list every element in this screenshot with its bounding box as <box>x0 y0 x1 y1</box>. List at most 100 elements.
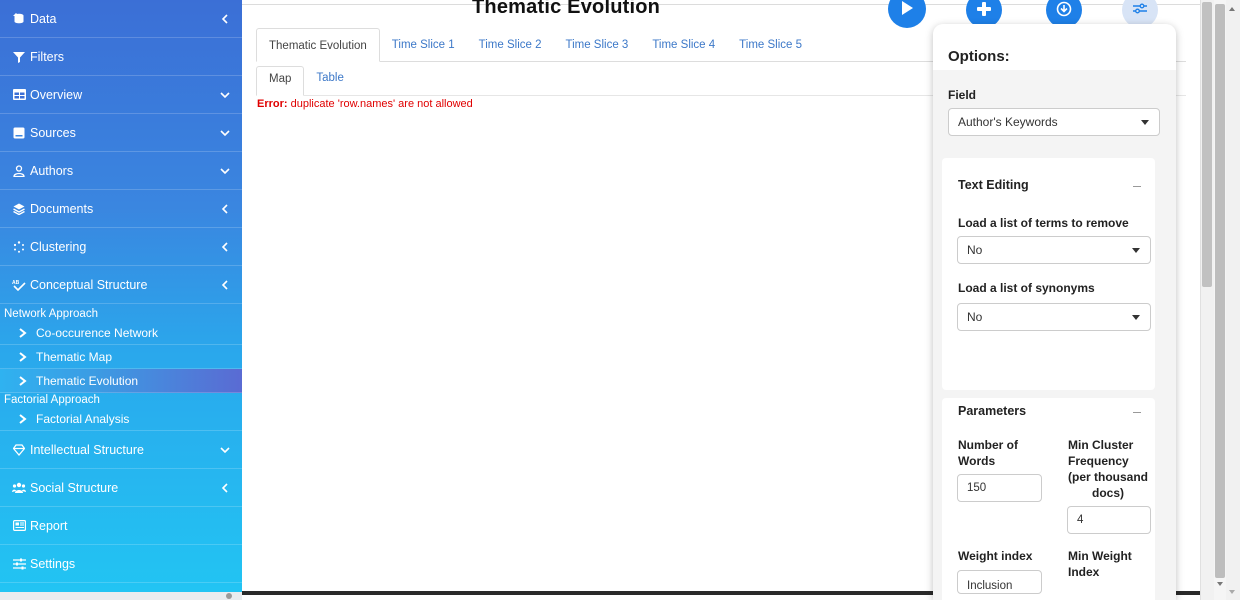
num-words-label: Number of Words <box>958 437 1018 469</box>
sidebar-subitem-factorial-analysis[interactable]: Factorial Analysis <box>0 407 242 431</box>
sidebar-item-label: Clustering <box>30 239 87 254</box>
spinner-icon <box>12 240 26 254</box>
min-cluster-label-line: Frequency <box>1068 454 1129 468</box>
remove-terms-value: No <box>967 243 983 257</box>
section-header-factorial: Factorial Approach <box>4 394 100 406</box>
sidebar-item-overview[interactable]: Overview <box>0 76 242 114</box>
scroll-down-arrow-icon[interactable] <box>1217 582 1223 586</box>
weight-index-select[interactable]: Inclusion <box>957 570 1042 594</box>
sidebar-item-sources[interactable]: Sources <box>0 114 242 152</box>
sidebar-item-intellectual-structure[interactable]: Intellectual Structure <box>0 431 242 469</box>
chevron-down-icon <box>220 445 230 455</box>
plus-icon <box>976 1 992 20</box>
page-vertical-scrollbar[interactable] <box>1200 0 1240 600</box>
window-scroll-thumb[interactable] <box>1215 4 1225 578</box>
num-words-label-line: Words <box>958 454 996 468</box>
users-icon <box>12 481 26 495</box>
min-cluster-frequency-input[interactable]: 4 <box>1067 506 1151 534</box>
sidebar-subitem-co-occurence-network[interactable]: Co-occurence Network <box>0 321 242 345</box>
sidebar-subitem-thematic-evolution[interactable]: Thematic Evolution <box>0 369 242 393</box>
tab-thematic-evolution[interactable]: Thematic Evolution <box>256 28 380 62</box>
sidebar-subitem-thematic-map[interactable]: Thematic Map <box>0 345 242 369</box>
gem-icon <box>12 443 26 457</box>
sidebar-item-label: Settings <box>30 556 76 571</box>
newspaper-icon <box>12 519 26 533</box>
error-prefix: Error: <box>257 98 288 110</box>
options-title: Options: <box>948 48 1010 65</box>
sidebar-item-documents[interactable]: Documents <box>0 190 242 228</box>
tab-time-slice-2[interactable]: Time Slice 2 <box>467 28 554 62</box>
min-weight-label-line: Min Weight <box>1068 549 1132 563</box>
chevron-left-icon <box>220 203 230 214</box>
parameters-card: Parameters Number of Words 150 Min Clust… <box>942 398 1155 600</box>
chevron-down-icon <box>220 128 230 138</box>
sidebar-item-label: Overview <box>30 87 83 102</box>
parameters-title: Parameters <box>958 404 1027 418</box>
sidebar-item-label: Social Structure <box>30 480 119 495</box>
sidebar-item-label: Sources <box>30 125 76 140</box>
sidebar-item-clustering[interactable]: Clustering <box>0 228 242 266</box>
field-select[interactable]: Author's Keywords <box>948 108 1160 136</box>
table-icon <box>12 88 26 102</box>
sidebar-item-social-structure[interactable]: Social Structure <box>0 469 242 507</box>
error-text: duplicate 'row.names' are not allowed <box>290 98 473 110</box>
sidebar-item-report[interactable]: Report <box>0 507 242 545</box>
user-icon <box>12 164 26 178</box>
sidebar-item-label: Documents <box>30 201 94 216</box>
sidebar-subitem-label: Co-occurence Network <box>36 325 159 340</box>
sidebar-item-label: Filters <box>30 49 65 64</box>
sliders-icon <box>1133 3 1147 18</box>
synonyms-label: Load a list of synonyms <box>958 281 1095 295</box>
sidebar-item-data[interactable]: Data <box>0 0 242 38</box>
min-weight-index-label: Min Weight Index <box>1068 548 1132 580</box>
sidebar-item-settings[interactable]: Settings <box>0 545 242 583</box>
subtab-table[interactable]: Table <box>304 66 356 96</box>
synonyms-value: No <box>967 310 983 324</box>
sliders-icon <box>12 557 26 571</box>
caret-down-icon <box>1132 315 1140 320</box>
remove-terms-select[interactable]: No <box>957 236 1151 264</box>
chevron-left-icon <box>220 482 230 493</box>
play-icon <box>900 0 914 19</box>
sidebar-item-authors[interactable]: Authors <box>0 152 242 190</box>
caret-down-icon <box>1132 248 1140 253</box>
tab-time-slice-5[interactable]: Time Slice 5 <box>727 28 814 62</box>
scroll-down-arrow-icon[interactable] <box>1229 590 1235 594</box>
sidebar-item-label: Conceptual Structure <box>30 277 148 292</box>
chevron-left-icon <box>220 241 230 252</box>
sidebar-item-label: Intellectual Structure <box>30 442 144 457</box>
run-button[interactable] <box>888 0 926 28</box>
text-editing-title: Text Editing <box>958 178 1029 192</box>
sidebar-item-label: Data <box>30 11 57 26</box>
scroll-up-arrow-icon[interactable] <box>1229 7 1235 11</box>
tab-time-slice-3[interactable]: Time Slice 3 <box>553 28 640 62</box>
options-body: Field Author's Keywords Text Editing Loa… <box>933 70 1176 600</box>
weight-index-label: Weight index <box>958 549 1033 563</box>
options-scroll-thumb[interactable] <box>1202 2 1212 287</box>
section-header-network: Network Approach <box>4 308 98 320</box>
num-words-label-line: Number of <box>958 438 1018 452</box>
synonyms-select[interactable]: No <box>957 303 1151 331</box>
collapse-text-editing-button[interactable] <box>1133 186 1141 187</box>
filter-icon <box>12 50 26 64</box>
collapse-parameters-button[interactable] <box>1133 412 1141 413</box>
tab-time-slice-4[interactable]: Time Slice 4 <box>640 28 727 62</box>
chevron-right-icon <box>18 375 28 386</box>
sidebar-item-conceptual-structure[interactable]: AB Conceptual Structure <box>0 266 242 304</box>
spellcheck-icon: AB <box>12 278 26 292</box>
sidebar-item-filters[interactable]: Filters <box>0 38 242 76</box>
chevron-left-icon <box>220 13 230 24</box>
tab-time-slice-1[interactable]: Time Slice 1 <box>380 28 467 62</box>
subtab-map[interactable]: Map <box>256 66 305 96</box>
text-editing-card: Text Editing Load a list of terms to rem… <box>942 158 1155 390</box>
chevron-right-icon <box>18 413 28 424</box>
sidebar-item-label: Authors <box>30 163 74 178</box>
scroll-knob[interactable] <box>226 593 232 599</box>
num-words-input[interactable]: 150 <box>957 474 1042 502</box>
sidebar-horizontal-scrollbar[interactable] <box>0 592 242 600</box>
chevron-left-icon <box>220 279 230 290</box>
options-panel: Options: Field Author's Keywords Text Ed… <box>933 24 1176 600</box>
book-icon <box>12 126 26 140</box>
chevron-down-icon <box>220 90 230 100</box>
chevron-right-icon <box>18 327 28 338</box>
